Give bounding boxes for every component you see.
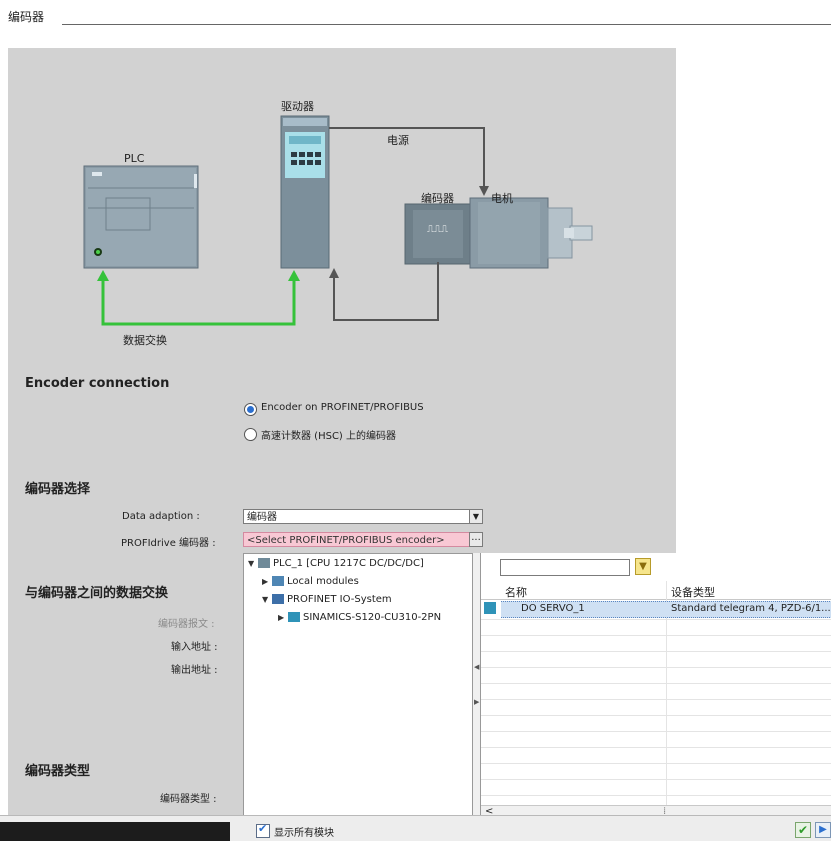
output-address-label: 输出地址 : bbox=[171, 665, 218, 676]
filter-icon[interactable]: ▼ bbox=[635, 558, 651, 575]
show-all-label[interactable]: 显示所有模块 bbox=[274, 824, 334, 839]
power-label: 电源 bbox=[387, 134, 409, 147]
radio-profinet-encoder-label[interactable]: Encoder on PROFINET/PROFIBUS bbox=[261, 402, 424, 413]
tree-item-local-modules[interactable]: ▶ Local modules bbox=[262, 574, 359, 590]
input-address-label: 输入地址 : bbox=[171, 642, 218, 653]
column-name[interactable]: 名称 bbox=[505, 584, 527, 600]
show-all-checkbox[interactable]: ✔ bbox=[256, 822, 270, 838]
expanded-icon[interactable]: ▼ bbox=[262, 592, 272, 608]
row-name: DO SERVO_1 bbox=[521, 603, 585, 614]
device-table: ▼ 名称 设备类型 DO SERVO_1 Standard telegram 4… bbox=[480, 553, 831, 840]
drive-icon bbox=[288, 612, 300, 622]
radio-profinet-encoder[interactable] bbox=[244, 403, 257, 416]
topology-diagram bbox=[83, 115, 593, 326]
tree-item-sinamics[interactable]: ▶ SINAMICS-S120-CU310-2PN bbox=[278, 610, 441, 626]
device-tree: ▼ PLC_1 [CPU 1217C DC/DC/DC] ▶ Local modul… bbox=[243, 553, 473, 840]
filter-input[interactable] bbox=[500, 559, 630, 576]
network-icon bbox=[272, 594, 284, 604]
section-title: 编码器 bbox=[8, 8, 51, 25]
row-device-type: Standard telegram 4, PZD-6/1... bbox=[671, 603, 831, 614]
expanded-icon[interactable]: ▼ bbox=[248, 556, 258, 572]
browse-button[interactable]: ... bbox=[469, 532, 483, 547]
collapsed-icon[interactable]: ▶ bbox=[278, 610, 288, 626]
chevron-down-icon[interactable]: ▼ bbox=[469, 509, 483, 524]
encoder-connection-heading: Encoder connection bbox=[25, 376, 170, 391]
tree-item-profinet[interactable]: ▼ PROFINET IO-System bbox=[262, 592, 392, 608]
table-header: 名称 设备类型 bbox=[481, 583, 831, 600]
profidrive-encoder-label: PROFIdrive 编码器 : bbox=[121, 538, 216, 549]
plc-label: PLC bbox=[124, 152, 145, 165]
encoder-pulse-icon: ⎍⎍⎍ bbox=[427, 224, 448, 235]
data-adaption-label: Data adaption : bbox=[122, 511, 200, 522]
telegram-label: 编码器报文 : bbox=[158, 619, 215, 630]
plc-device-icon bbox=[83, 165, 199, 269]
collapsed-icon[interactable]: ▶ bbox=[262, 574, 272, 590]
cpu-icon bbox=[258, 558, 270, 568]
data-exchange-label: 数据交换 bbox=[123, 334, 167, 347]
data-exchange-heading: 与编码器之间的数据交换 bbox=[25, 586, 169, 601]
profidrive-encoder-select[interactable]: <Select PROFINET/PROFIBUS encoder> bbox=[243, 532, 470, 547]
motor-label: 电机 bbox=[491, 192, 513, 205]
drive-label: 驱动器 bbox=[281, 100, 314, 113]
radio-hsc-encoder-label[interactable]: 高速计数器 (HSC) 上的编码器 bbox=[261, 427, 396, 442]
status-strip bbox=[0, 822, 230, 841]
encoder-label: 编码器 bbox=[421, 192, 454, 205]
module-icon bbox=[272, 576, 284, 586]
data-adaption-select[interactable]: 编码器 bbox=[243, 509, 470, 524]
bottom-bar: ✔ 显示所有模块 ✔ ▶ bbox=[0, 815, 831, 841]
section-divider bbox=[62, 24, 831, 25]
radio-hsc-encoder[interactable] bbox=[244, 428, 257, 441]
tree-item-plc[interactable]: ▼ PLC_1 [CPU 1217C DC/DC/DC] bbox=[248, 556, 424, 572]
encoder-type-heading: 编码器类型 bbox=[25, 764, 91, 779]
next-icon[interactable]: ▶ bbox=[815, 822, 831, 838]
drive-device-icon bbox=[280, 115, 330, 269]
column-device-type[interactable]: 设备类型 bbox=[671, 584, 715, 600]
encoder-type-label: 编码器类型 : bbox=[160, 794, 217, 805]
confirm-icon[interactable]: ✔ bbox=[795, 822, 811, 838]
device-icon bbox=[484, 602, 496, 614]
table-row[interactable]: DO SERVO_1 Standard telegram 4, PZD-6/1.… bbox=[501, 601, 831, 618]
encoder-selection-heading: 编码器选择 bbox=[25, 482, 91, 497]
